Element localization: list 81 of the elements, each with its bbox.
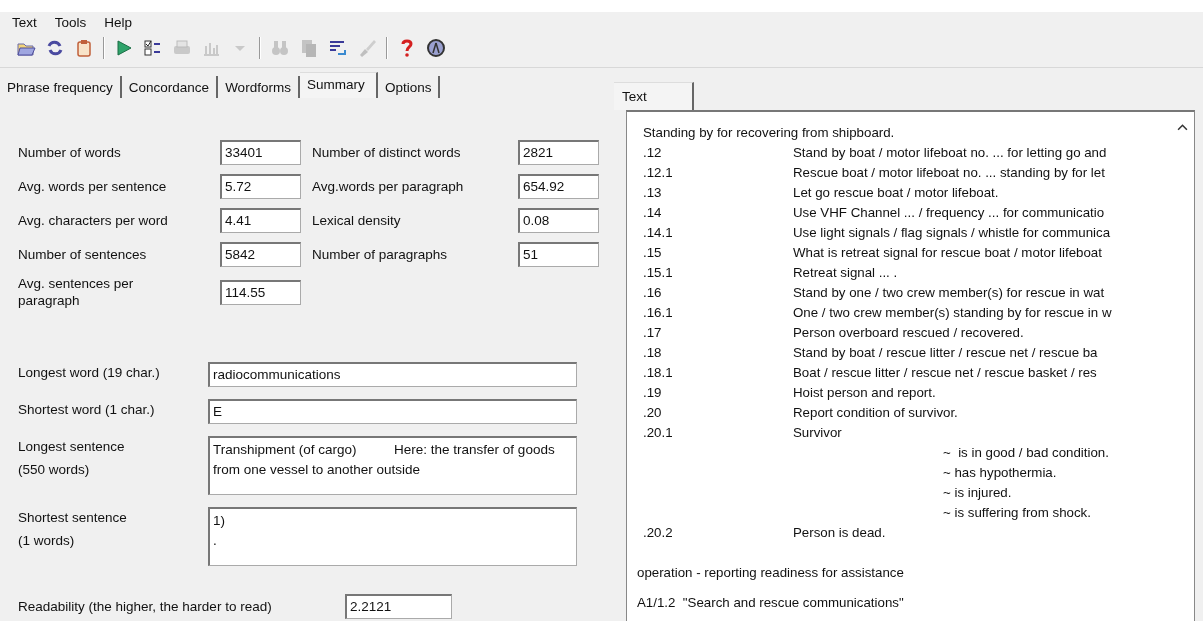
stat-field[interactable]: 5.72 [220, 174, 301, 199]
line-number: .12.1 [643, 164, 674, 180]
stat-label: Avg. characters per word [18, 213, 169, 228]
field-label: Longest word (19 char.) [18, 363, 161, 380]
line-number: .14 [643, 204, 663, 220]
shortest-sentence-field[interactable]: 1) . [208, 506, 577, 566]
shortest-word-field[interactable]: E [208, 398, 577, 424]
stat-field[interactable]: 654.92 [518, 174, 599, 199]
checklist-icon[interactable] [143, 38, 163, 58]
refresh-icon[interactable] [45, 38, 65, 58]
text-line: Stand by boat / motor lifeboat no. ... for letting go and [793, 144, 1107, 160]
text-line: ~ is injured. [942, 484, 1012, 500]
text-line: ~ is in good / bad condition. [942, 444, 1109, 460]
stat-label: Lexical density [312, 213, 402, 228]
clipboard-icon[interactable] [74, 38, 94, 58]
text-line: Person overboard rescued / recovered. [793, 324, 1024, 340]
word-count-label: (1 words) [18, 532, 76, 548]
field-label: Shortest word (1 char.) [18, 400, 156, 417]
text-line: Hoist person and report. [793, 384, 936, 400]
text-line: Stand by boat / rescue litter / rescue net / rescue ba [793, 344, 1098, 360]
line-number: .15.1 [643, 264, 674, 280]
tab[interactable]: Summary [299, 72, 378, 98]
stat-field[interactable]: 5842 [220, 242, 301, 267]
stat-field[interactable]: 33401 [220, 140, 301, 165]
stat-label: Avg. words per sentence [18, 179, 168, 194]
wrap-lines-icon[interactable] [328, 38, 348, 58]
line-number: .20.2 [643, 524, 674, 540]
text-line: ~ is suffering from shock. [942, 504, 1091, 520]
text-line: Survivor [793, 424, 842, 440]
line-number: .18 [643, 344, 663, 360]
longest-sentence-field[interactable]: Transhipment (of cargo) Here: the transfer of goods from one vessel to another outside [208, 435, 577, 495]
tab[interactable]: Text [614, 82, 694, 110]
text-line: Retreat signal ... . [793, 264, 898, 280]
text-line: Use VHF Channel ... / frequency ... for communicatio [793, 204, 1105, 220]
text-line: Report condition of survivor. [793, 404, 958, 420]
line-number: .19 [643, 384, 663, 400]
stat-field[interactable]: 51 [518, 242, 599, 267]
line-number: .20 [643, 404, 663, 420]
text-area[interactable] [626, 110, 1195, 621]
text-line: Stand by one / two crew member(s) for rescue in wat [793, 284, 1105, 300]
menu-item[interactable]: Tools [53, 15, 88, 30]
line-number: .20.1 [643, 424, 674, 440]
stat-label: Avg. sentences per paragraph [18, 276, 135, 310]
readability-field[interactable]: 2.2121 [345, 593, 452, 619]
line-number: .16.1 [643, 304, 674, 320]
text-line: What is retreat signal for rescue boat / motor lifeboat [793, 244, 1102, 260]
text-line: Use light signals / flag signals / whistle for communica [793, 224, 1111, 240]
stat-label: Avg.words per paragraph [312, 179, 465, 194]
stat-label: Number of words [18, 145, 122, 160]
menu-item[interactable]: Text [11, 15, 38, 30]
text-line: Rescue boat / motor lifeboat no. ... standing by for let [793, 164, 1105, 180]
field-label: Longest sentence [18, 438, 126, 454]
text-line: Person is dead. [793, 524, 886, 540]
line-number: .16 [643, 284, 663, 300]
menu-item[interactable]: Help [103, 15, 134, 30]
stat-field[interactable]: 4.41 [220, 208, 301, 233]
text-line: Boat / rescue litter / rescue net / rescue basket / res [793, 364, 1097, 380]
field-label: Readability (the higher, the harder to read) [18, 598, 273, 614]
text-line: Standing by for recovering from shipboard. [643, 124, 895, 140]
field-label: Shortest sentence [18, 509, 128, 525]
stat-label: Number of sentences [18, 247, 148, 262]
text-line: A1/1.2 "Search and rescue communications" [637, 594, 904, 610]
play-icon[interactable] [114, 38, 134, 58]
line-number: .12 [643, 144, 663, 160]
stat-field[interactable]: 2821 [518, 140, 599, 165]
line-number: .15 [643, 244, 663, 260]
stat-field[interactable]: 114.55 [220, 280, 301, 306]
line-number: .18.1 [643, 364, 674, 380]
longest-word-field[interactable]: radiocommunications [208, 361, 577, 387]
scroll-up-icon[interactable] [1177, 124, 1188, 131]
line-number: .14.1 [643, 224, 674, 240]
text-line: Let go rescue boat / motor lifeboat. [793, 184, 999, 200]
line-number: .13 [643, 184, 663, 200]
stat-label: Number of paragraphs [312, 247, 449, 262]
stat-field[interactable]: 0.08 [518, 208, 599, 233]
text-line: ~ has hypothermia. [942, 464, 1057, 480]
stat-label: Number of distinct words [312, 145, 462, 160]
line-number: .17 [643, 324, 663, 340]
word-count-label: (550 words) [18, 461, 91, 477]
text-line: operation - reporting readiness for assistance [637, 564, 904, 580]
text-line: One / two crew member(s) standing by for rescue in w [793, 304, 1112, 320]
